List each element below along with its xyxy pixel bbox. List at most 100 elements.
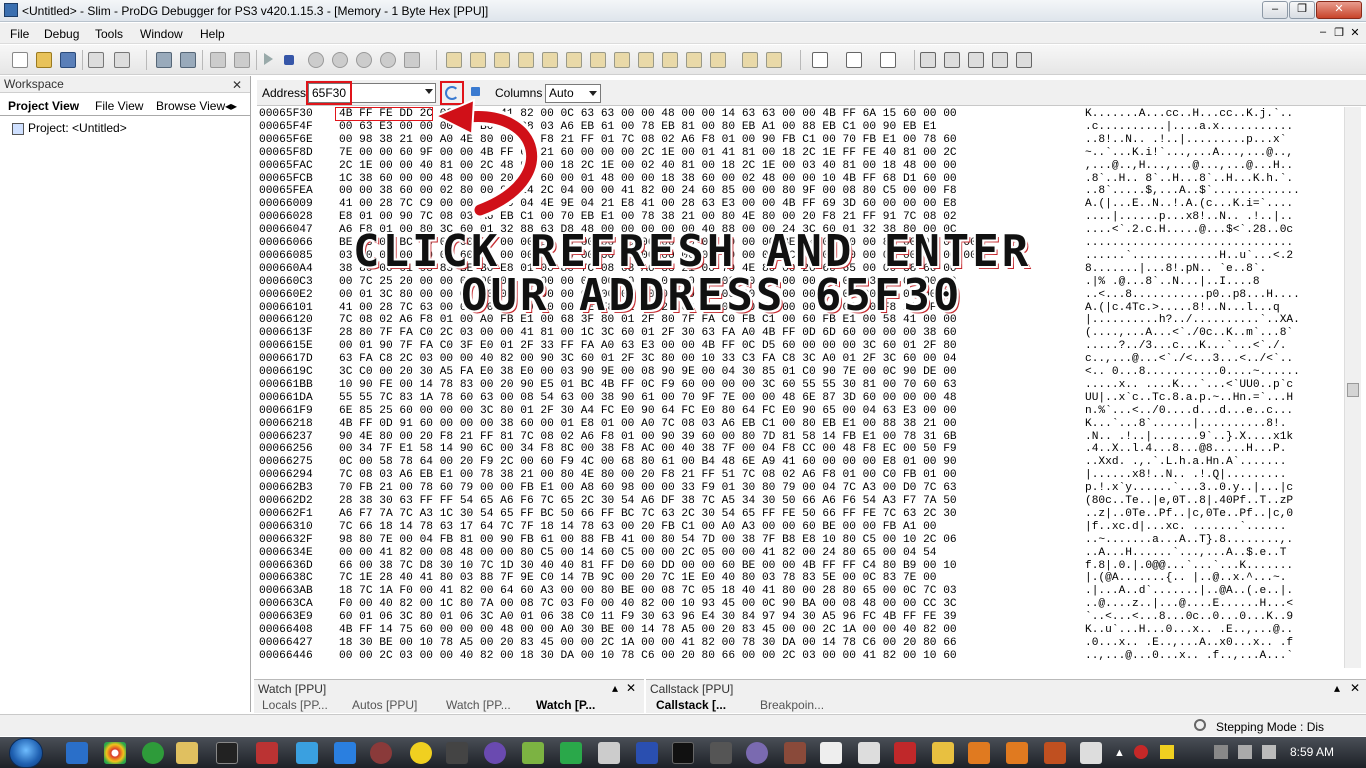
callstack-icon[interactable] xyxy=(590,52,606,68)
memory-row-ascii[interactable]: ..~.......a...A..T}.8........,. xyxy=(1085,534,1293,547)
step-into-icon[interactable] xyxy=(156,52,172,68)
tray-icon[interactable] xyxy=(1214,745,1228,759)
app-icon[interactable] xyxy=(446,742,468,764)
memory-row-ascii[interactable]: K...`...8`......|..........8!. xyxy=(1085,418,1286,431)
processes-icon[interactable] xyxy=(1016,52,1032,68)
memory-row-ascii[interactable]: .....?../3...c...K...`...<`./. xyxy=(1085,340,1286,353)
memory-row-hex[interactable]: 4B FF 14 75 60 00 00 00 48 00 00 A0 30 B… xyxy=(339,624,957,637)
memory-row-ascii[interactable]: ~..`...K.i!`...,...A...,...@.., xyxy=(1085,147,1293,160)
memory-row-ascii[interactable]: A.(|c.4Tc.>.....8!..N...l...q xyxy=(1085,302,1280,315)
memory-row-ascii[interactable]: |f..xc.d|...xc. .......`...... xyxy=(1085,521,1286,534)
menu-help[interactable]: Help xyxy=(200,27,225,41)
symbols-icon[interactable] xyxy=(686,52,702,68)
tab-watch-2[interactable]: Watch [P... xyxy=(536,698,595,712)
memory-row-hex[interactable]: A6 F7 7A 7C A3 1C 30 54 65 FF BC 50 66 F… xyxy=(339,508,957,521)
memory-row-ascii[interactable]: ..A...H......`...,...A..$.e..T xyxy=(1085,547,1286,560)
memory-grid-icon[interactable] xyxy=(88,52,104,68)
memory-row-ascii[interactable]: .8`..H.. 8`..H...8`..H...K.h.`. xyxy=(1085,173,1293,186)
tab-breakpoints[interactable]: Breakpoin... xyxy=(760,698,824,712)
app-icon[interactable] xyxy=(296,742,318,764)
memory-row-hex[interactable]: 00 98 38 21 00 A0 4E 80 00 20 F8 21 FF 0… xyxy=(339,134,957,147)
memory-row-hex[interactable]: 00 00 41 82 00 08 48 00 00 80 C5 00 14 6… xyxy=(339,547,937,560)
tray-icon[interactable] xyxy=(1134,745,1148,759)
tab-locals[interactable]: Locals [PP... xyxy=(262,698,328,712)
tab-file-view[interactable]: File View xyxy=(95,99,143,113)
mdi-close-icon[interactable]: ✕ xyxy=(1348,26,1362,39)
memory-row-ascii[interactable]: f.8|.0.|.0@@...`...`...K....... xyxy=(1085,560,1293,573)
app-icon[interactable] xyxy=(484,742,506,764)
watch-icon[interactable] xyxy=(566,52,582,68)
tabs-scroll-icon[interactable]: ◂▸ xyxy=(225,99,237,113)
minimize-button[interactable]: – xyxy=(1262,1,1288,19)
memory-row-hex[interactable]: 28 80 7F FA C0 2C 03 00 00 41 81 00 1C 3… xyxy=(339,327,957,340)
memory-row-hex[interactable]: 60 01 06 3C 80 01 06 3C A0 01 06 38 C0 1… xyxy=(339,611,957,624)
run-to-cursor-icon[interactable] xyxy=(356,52,372,68)
delete-icon[interactable] xyxy=(766,52,782,68)
menu-debug[interactable]: Debug xyxy=(44,27,79,41)
app-icon[interactable] xyxy=(1080,742,1102,764)
open-folder-icon[interactable] xyxy=(36,52,52,68)
layout-single-icon[interactable] xyxy=(812,52,828,68)
reset-icon[interactable] xyxy=(380,52,396,68)
app-icon[interactable] xyxy=(598,742,620,764)
app-icon[interactable] xyxy=(710,742,732,764)
memory-row-hex[interactable]: 90 4E 80 00 20 F8 21 FF 81 7C 08 02 A6 F… xyxy=(339,431,957,444)
memory-row-hex[interactable]: 70 FB 21 00 78 60 79 00 00 FB E1 00 A8 6… xyxy=(339,482,957,495)
app-icon[interactable] xyxy=(746,742,768,764)
app-icon[interactable] xyxy=(256,742,278,764)
memory-row-hex[interactable]: 7C 08 03 A6 EB E1 00 78 38 21 00 80 4E 8… xyxy=(339,469,957,482)
tty-icon[interactable] xyxy=(742,52,758,68)
memory-row-hex[interactable]: 03 00 00 00 00 00 60 00 00 00 00 00 00 0… xyxy=(339,250,977,263)
memory-row-ascii[interactable]: ,...@..,H...,...@...,...@...H.. xyxy=(1085,160,1293,173)
close-icon[interactable]: ✕ xyxy=(232,77,242,93)
app-icon[interactable] xyxy=(560,742,582,764)
close-icon[interactable]: ✕ xyxy=(1350,681,1360,695)
app-icon[interactable] xyxy=(858,742,880,764)
memory-row-ascii[interactable]: K.......A...cc..H...cc..K.j.`.. xyxy=(1085,108,1293,121)
vertical-scrollbar[interactable] xyxy=(1344,107,1361,668)
close-button[interactable]: ✕ xyxy=(1316,1,1362,19)
memory-row-hex[interactable]: 28 38 30 63 FF FF 54 65 A6 F6 7C 65 2C 3… xyxy=(339,495,957,508)
memory-row-ascii[interactable]: |.(@A.......{.. |..@..x.^...~. xyxy=(1085,572,1286,585)
memory-row-hex[interactable]: 55 55 7C 83 1A 78 60 63 00 08 54 63 00 3… xyxy=(339,392,957,405)
attach-icon[interactable] xyxy=(992,52,1008,68)
memory-row-hex[interactable]: 4B FF 0D 91 60 00 00 00 38 60 00 01 E8 0… xyxy=(339,418,957,431)
print-icon[interactable] xyxy=(114,52,130,68)
memory-row-ascii[interactable]: ............................... xyxy=(1085,237,1293,250)
memory-row-ascii[interactable]: A.(|...E..N..!.A.(c...K.i=`.... xyxy=(1085,198,1293,211)
memory-row-ascii[interactable]: <.. 0...8...........0....~...... xyxy=(1085,366,1300,379)
memory-row-hex[interactable]: BE 88 01 BC 00 00 00 00 00 00 80 00 00 0… xyxy=(339,237,977,250)
dropdown-arrow-icon[interactable] xyxy=(425,89,433,94)
memory-row-hex[interactable]: 00 00 38 60 00 02 80 00 00 24 2C 04 00 0… xyxy=(339,185,957,198)
tab-autos[interactable]: Autos [PPU] xyxy=(352,698,417,712)
app-icon[interactable] xyxy=(672,742,694,764)
scroll-thumb[interactable] xyxy=(1347,383,1359,397)
memory-row-hex[interactable]: 66 00 38 7C D8 30 10 7C 1D 30 40 40 81 F… xyxy=(339,560,957,573)
taskbar-clock[interactable]: 8:59 AM xyxy=(1290,745,1334,759)
memory-row-hex[interactable]: 1C 38 60 00 00 48 00 00 20 38 60 00 01 4… xyxy=(339,173,957,186)
memory-row-ascii[interactable]: p.!.x`y......`...3..0.y..|...|c xyxy=(1085,482,1293,495)
memory-row-hex[interactable]: A6 F8 01 00 80 3C 60 01 32 88 63 D8 48 0… xyxy=(339,224,957,237)
memory-row-hex[interactable]: 7C 1E 28 40 41 80 03 88 7F 9E C0 14 7B 9… xyxy=(339,572,937,585)
memory-row-hex[interactable]: 7C 08 02 A6 F8 01 00 A0 FB E1 00 68 3F 8… xyxy=(339,314,957,327)
step-out-icon[interactable] xyxy=(332,52,348,68)
step-over-icon[interactable] xyxy=(180,52,196,68)
memory-row-ascii[interactable]: .c..........|....a.x........... xyxy=(1085,121,1293,134)
registers-icon[interactable] xyxy=(494,52,510,68)
tab-browse-view[interactable]: Browse View xyxy=(156,99,225,113)
app-icon[interactable] xyxy=(932,742,954,764)
modules-icon[interactable] xyxy=(662,52,678,68)
stop-icon[interactable] xyxy=(284,55,294,65)
memory-row-ascii[interactable]: .|% .@...8`..N...|..I....8 xyxy=(1085,276,1260,289)
ie-icon[interactable] xyxy=(66,742,88,764)
memory-row-ascii[interactable]: .0...x.. .E..,...A..x0...x.. .f xyxy=(1085,637,1293,650)
notepad-icon[interactable] xyxy=(820,742,842,764)
memory-row-ascii[interactable]: ......`.............H..u`...<.2 xyxy=(1085,250,1293,263)
memory-row-hex[interactable]: 18 7C 1A F0 00 41 82 00 64 60 A3 00 00 8… xyxy=(339,585,957,598)
threads-icon[interactable] xyxy=(614,52,630,68)
memory-row-ascii[interactable]: K..u`...H...0...x.. .E..,...@.. xyxy=(1085,624,1293,637)
memory-row-hex[interactable]: 38 80 00 01 98 83 BE B0 E8 01 00 80 7C 0… xyxy=(339,263,957,276)
memory-row-ascii[interactable]: .4..X..l.4...8...@8.....H...P. xyxy=(1085,443,1286,456)
mdi-restore-icon[interactable]: ❐ xyxy=(1332,26,1346,39)
memory-row-ascii[interactable]: (80c..Te..|e,0T..8|.40Pf..T..zP xyxy=(1085,495,1293,508)
